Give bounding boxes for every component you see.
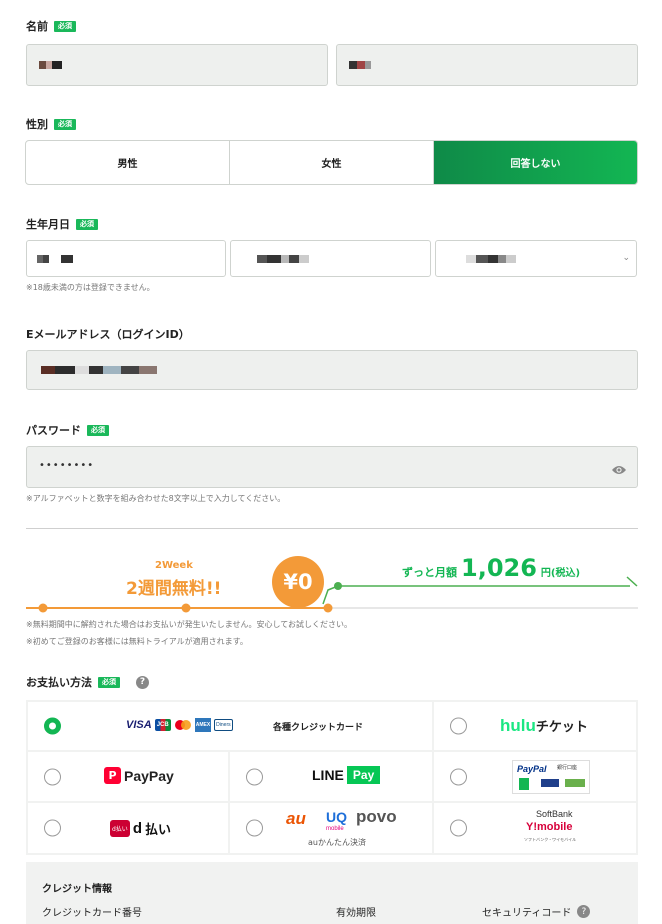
payment-option-au[interactable]: au UQ mobile povo auかんたん決済: [230, 803, 432, 853]
payment-option-hulu-ticket[interactable]: hulu チケット: [434, 702, 636, 750]
payment-label: お支払い方法 必須 ?: [26, 674, 149, 690]
birthday-note: ※18歳未満の方は登録できません。: [26, 283, 155, 292]
paypay-icon: P: [104, 767, 121, 784]
birth-day-select[interactable]: ⌄: [435, 240, 637, 277]
plan-note-2: ※初めてご登録のお客様には無料トライアルが適用されます。: [26, 637, 248, 646]
line-pay-logo: LINE Pay: [312, 766, 381, 784]
gender-option-no-answer[interactable]: 回答しない: [434, 141, 637, 184]
gender-option-female[interactable]: 女性: [230, 141, 434, 184]
birth-month-select[interactable]: [230, 240, 431, 277]
payment-option-softbank[interactable]: SoftBank Y!mobile ソフトバンク・ワイモバイル: [434, 803, 636, 853]
last-name-input[interactable]: [26, 44, 328, 86]
credit-info-title: クレジット情報: [42, 884, 112, 895]
gender-option-male[interactable]: 男性: [26, 141, 230, 184]
password-input[interactable]: ••••••••: [26, 446, 638, 488]
radio-selected-icon[interactable]: [44, 717, 61, 735]
plan-banner: 2Week 2週間無料!! ¥0 ずっと月額 1,026 円(税込): [0, 540, 662, 620]
payment-methods: VISA JCB AMEX Diners 各種クレジットカード hulu チケッ…: [26, 700, 638, 855]
softbank-ymobile-logo: SoftBank Y!mobile ソフトバンク・ワイモバイル: [524, 809, 577, 842]
chevron-down-icon: ⌄: [622, 253, 630, 263]
card-brand-logos: VISA JCB AMEX Diners: [126, 718, 233, 732]
security-code-label: セキュリティコード ?: [482, 904, 591, 919]
gender-label: 性別 必須: [26, 116, 76, 132]
birth-year-select[interactable]: [26, 240, 226, 277]
password-label: パスワード 必須: [26, 422, 109, 438]
divider: [26, 528, 638, 529]
payment-option-paypay[interactable]: P PayPay: [28, 752, 228, 801]
gender-selector: 男性 女性 回答しない: [25, 140, 638, 185]
au-uq-povo-logo: au UQ mobile povo auかんたん決済: [286, 807, 397, 847]
birthday-label: 生年月日 必須: [26, 216, 98, 232]
mastercard-icon: [174, 719, 192, 731]
email-input[interactable]: [26, 350, 638, 390]
paypal-logo: PayPal 銀行口座: [512, 760, 590, 794]
payment-option-line-pay[interactable]: LINE Pay: [230, 752, 432, 801]
question-circle-icon[interactable]: ?: [136, 675, 149, 689]
password-note: ※アルファベットと数字を組み合わせた8文字以上で入力してください。: [26, 494, 286, 503]
credit-card-label: 各種クレジットカード: [273, 723, 364, 733]
hulu-ticket-logo: hulu チケット: [500, 716, 588, 735]
plan-note-1: ※無料期間中に解約された場合はお支払いが発生いたしません。安心してお試しください…: [26, 620, 352, 629]
eye-icon[interactable]: [611, 461, 627, 480]
credit-info-panel: クレジット情報 クレジットカード番号 有効期限 セキュリティコード ?: [26, 862, 638, 924]
paypay-logo: P PayPay: [104, 767, 174, 784]
expiry-label: 有効期限: [336, 908, 376, 919]
name-label: 名前 必須: [26, 18, 76, 34]
card-number-label: クレジットカード番号: [42, 908, 142, 919]
payment-option-credit-card[interactable]: VISA JCB AMEX Diners 各種クレジットカード: [28, 702, 432, 750]
email-label: Eメールアドレス（ログインID）: [26, 328, 190, 341]
payment-option-paypal[interactable]: PayPal 銀行口座: [434, 752, 636, 801]
required-badge: 必須: [54, 20, 76, 32]
question-circle-icon[interactable]: ?: [577, 905, 591, 918]
first-name-input[interactable]: [336, 44, 638, 86]
plan-timeline: [26, 576, 638, 613]
d-pay-logo: d払い d 払い: [110, 820, 171, 838]
payment-option-d-pay[interactable]: d払い d 払い: [28, 803, 228, 853]
